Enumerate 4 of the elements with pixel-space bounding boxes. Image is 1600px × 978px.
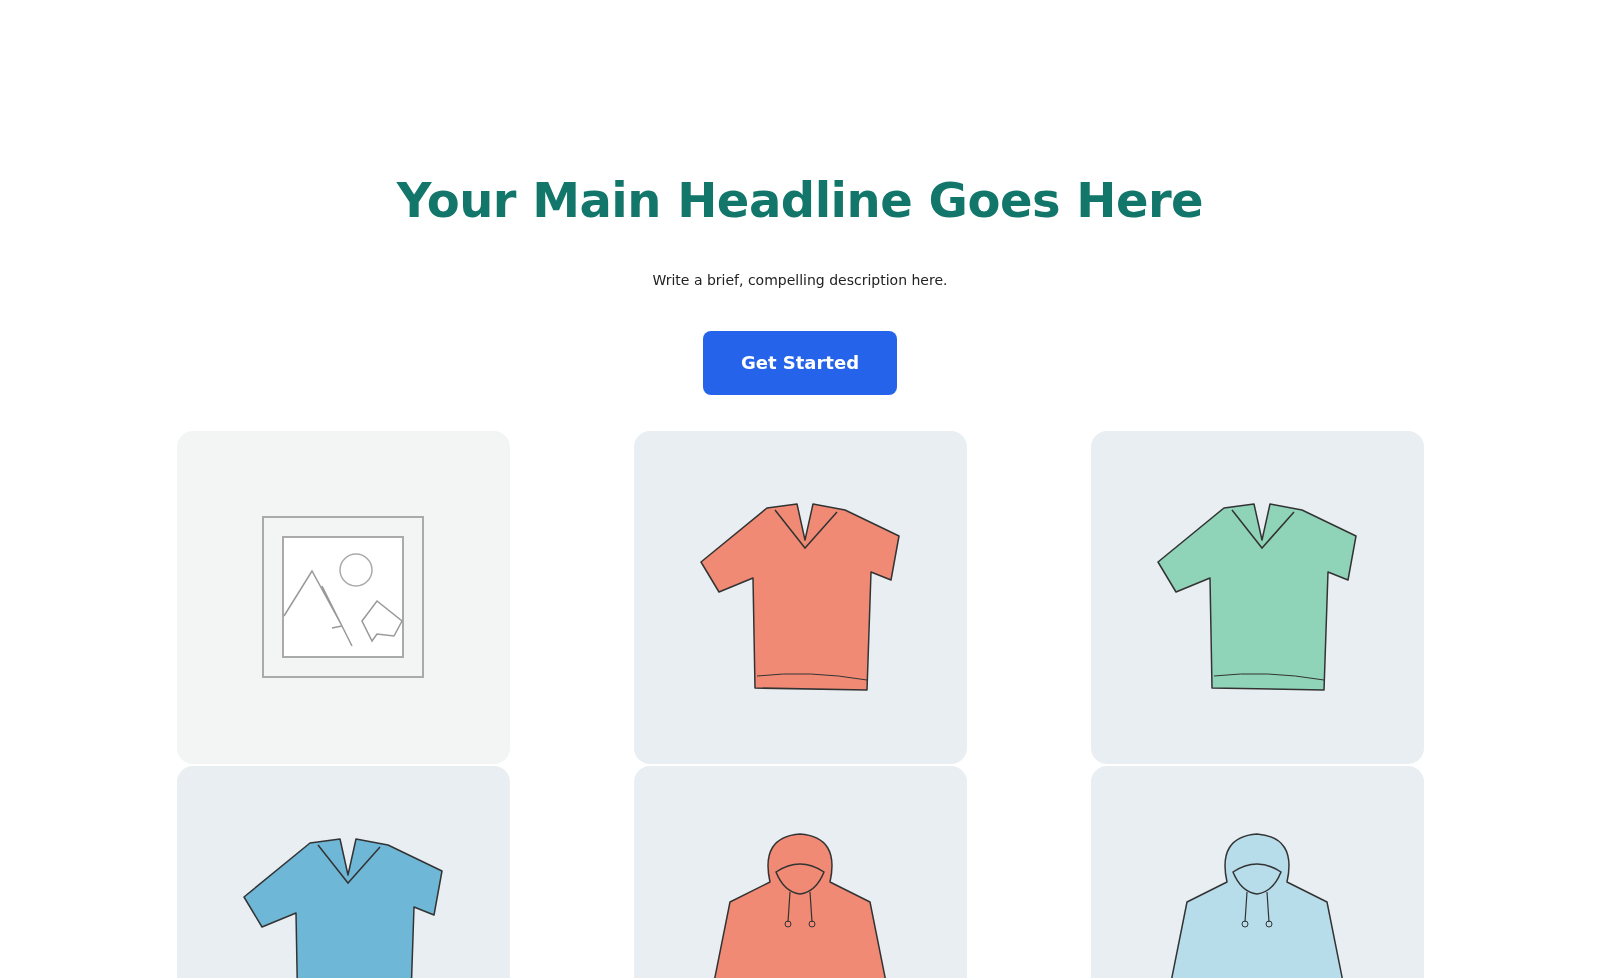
description: Write a brief, compelling description here.	[651, 270, 949, 290]
get-started-button[interactable]: Get Started	[703, 330, 897, 395]
image-placeholder-icon	[262, 516, 424, 679]
headline: Your Main Headline Goes Here	[395, 172, 1205, 230]
